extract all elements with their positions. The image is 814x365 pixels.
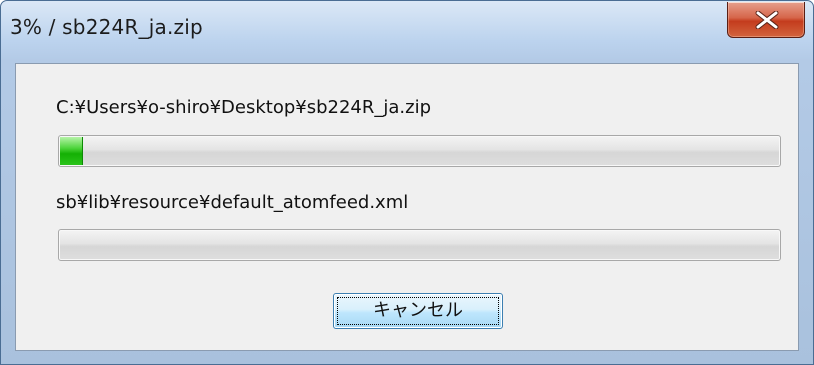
close-button[interactable] xyxy=(727,2,805,38)
close-x-icon xyxy=(755,11,779,29)
window-title: 3% / sb224R_ja.zip xyxy=(10,15,203,39)
file-progress-bar xyxy=(58,229,781,261)
dialog-content: C:¥Users¥o-shiro¥Desktop¥sb224R_ja.zip s… xyxy=(15,63,799,351)
cancel-button[interactable]: キャンセル xyxy=(333,293,503,329)
extraction-progress-window: 3% / sb224R_ja.zip C:¥Users¥o-shiro¥Desk… xyxy=(0,0,814,365)
archive-progress-fill xyxy=(60,137,83,165)
archive-path-label: C:¥Users¥o-shiro¥Desktop¥sb224R_ja.zip xyxy=(56,97,432,118)
title-bar[interactable]: 3% / sb224R_ja.zip xyxy=(1,1,813,63)
archive-progress-bar xyxy=(58,135,781,167)
current-file-path-label: sb¥lib¥resource¥default_atomfeed.xml xyxy=(56,192,409,213)
